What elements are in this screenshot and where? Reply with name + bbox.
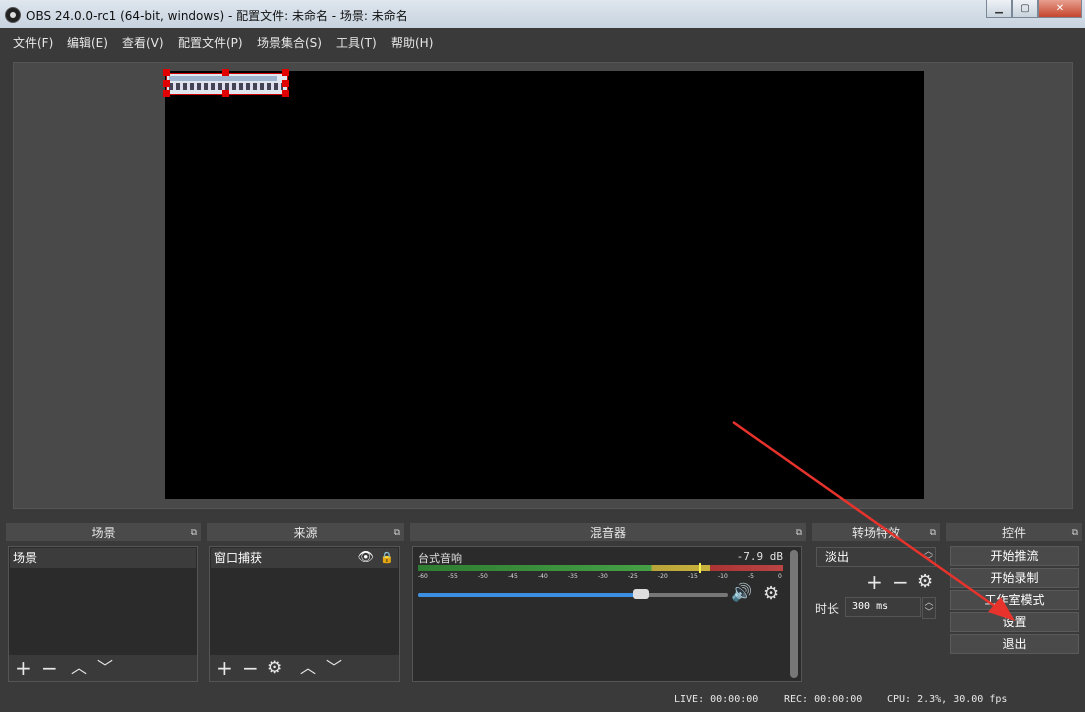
annotation-arrow	[732, 420, 1015, 621]
annotation-arrow-line	[732, 420, 1004, 614]
annotation-arrow-head	[988, 597, 1015, 621]
